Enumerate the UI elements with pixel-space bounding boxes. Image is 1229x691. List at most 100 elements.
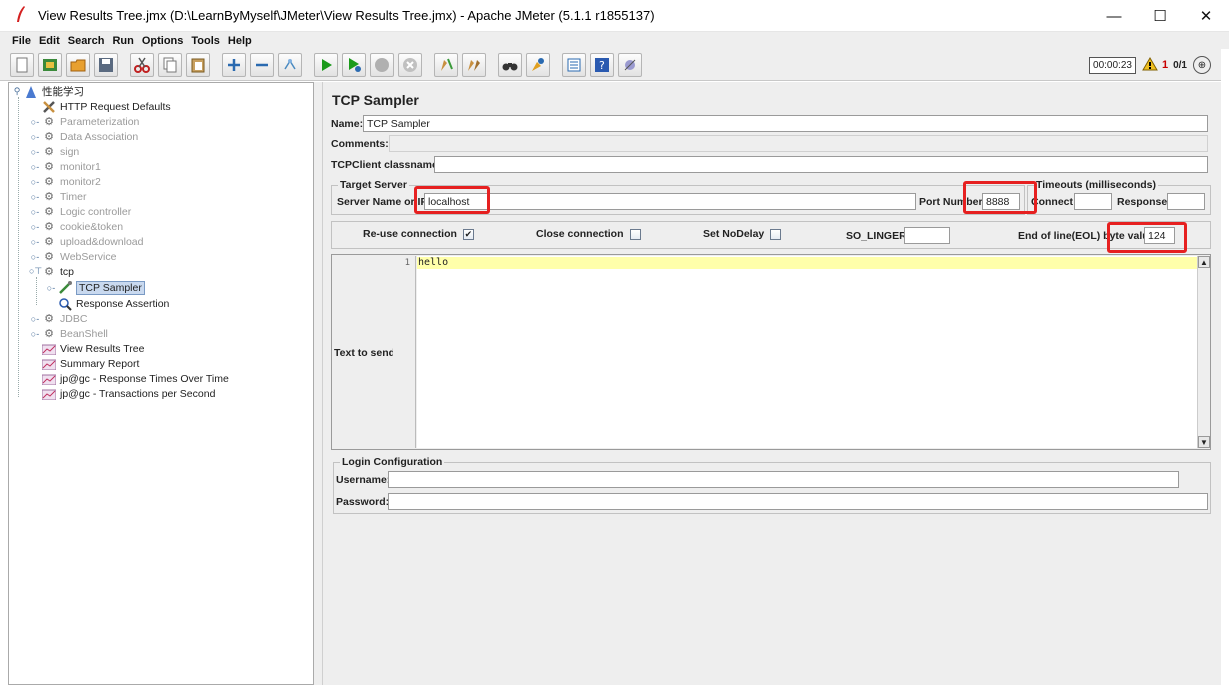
expand-toggle-icon[interactable]: ○- xyxy=(29,222,41,232)
username-field[interactable] xyxy=(388,471,1179,488)
globe-icon[interactable]: ⊕ xyxy=(1193,56,1211,74)
connect-timeout-field[interactable] xyxy=(1074,193,1112,210)
warning-icon[interactable] xyxy=(1142,56,1158,74)
so-linger-field[interactable] xyxy=(904,227,950,244)
expand-toggle-icon[interactable]: ○- xyxy=(29,177,41,187)
cut-icon[interactable] xyxy=(130,52,154,77)
clear-all-icon[interactable] xyxy=(462,52,486,77)
tree-node-root[interactable]: ⚲ 性能学习 xyxy=(11,84,84,99)
tree-node-timer[interactable]: ○- ⚙ Timer xyxy=(29,189,87,204)
connect-label: Connect: xyxy=(1031,195,1077,208)
tree-node-sign[interactable]: ○- ⚙ sign xyxy=(29,144,79,159)
chart-icon xyxy=(41,387,57,401)
tree-node-upload-download[interactable]: ○- ⚙ upload&download xyxy=(29,234,144,249)
copy-icon[interactable] xyxy=(158,52,182,77)
help-icon[interactable]: ? xyxy=(590,52,614,77)
toggle-icon[interactable] xyxy=(278,52,302,77)
tree-node-label: Data Association xyxy=(60,130,139,143)
scroll-up-icon[interactable]: ▲ xyxy=(1198,256,1210,268)
response-timeout-field[interactable] xyxy=(1167,193,1205,210)
expand-toggle-icon[interactable]: ○- xyxy=(29,252,41,262)
expand-toggle-icon[interactable]: ○- xyxy=(29,237,41,247)
tree-node-monitor2[interactable]: ○- ⚙ monitor2 xyxy=(29,174,101,189)
clear-icon[interactable] xyxy=(434,52,458,77)
stop-icon[interactable] xyxy=(370,52,394,77)
expand-toggle-icon[interactable]: ○- xyxy=(29,147,41,157)
tree-node-monitor1[interactable]: ○- ⚙ monitor1 xyxy=(29,159,101,174)
collapse-toggle-icon[interactable]: ○⊤ xyxy=(29,266,42,277)
tree-node-summary-report[interactable]: Summary Report xyxy=(29,356,139,371)
expand-toggle-icon[interactable]: ○- xyxy=(29,162,41,172)
tree-node-label: jp@gc - Transactions per Second xyxy=(60,387,216,400)
start-icon[interactable] xyxy=(314,52,338,77)
paste-icon[interactable] xyxy=(186,52,210,77)
shutdown-icon[interactable] xyxy=(398,52,422,77)
templates-icon[interactable] xyxy=(38,52,62,77)
gear-icon: ⚙ xyxy=(44,328,54,340)
reset-search-icon[interactable] xyxy=(526,52,550,77)
expand-toggle-icon[interactable]: ○- xyxy=(29,207,41,217)
collapse-all-icon[interactable] xyxy=(250,52,274,77)
menu-edit[interactable]: Edit xyxy=(39,35,60,47)
name-field[interactable]: TCP Sampler xyxy=(363,115,1208,132)
menu-tools[interactable]: Tools xyxy=(191,35,220,47)
comments-field[interactable] xyxy=(389,135,1208,152)
expand-toggle-icon[interactable]: ○- xyxy=(29,132,41,142)
panel-splitter[interactable] xyxy=(314,82,322,685)
tree-node-cookie-token[interactable]: ○- ⚙ cookie&token xyxy=(29,219,123,234)
search-binoculars-icon[interactable] xyxy=(498,52,522,77)
menu-run[interactable]: Run xyxy=(112,35,133,47)
gear-icon: ⚙ xyxy=(44,236,54,248)
expand-toggle-icon[interactable]: ○- xyxy=(29,314,41,324)
minimize-button[interactable]: — xyxy=(1091,0,1137,32)
tree-node-parameterization[interactable]: ○- ⚙ Parameterization xyxy=(29,114,140,129)
tree-node-label: TCP Sampler xyxy=(76,280,145,295)
tree-node-response-assertion[interactable]: Response Assertion xyxy=(45,296,169,311)
menu-help[interactable]: Help xyxy=(228,35,252,47)
expand-toggle-icon[interactable]: ○- xyxy=(29,192,41,202)
text-to-send-textarea[interactable]: hello xyxy=(417,256,1197,448)
collapse-toggle-icon[interactable]: ⚲ xyxy=(11,86,23,97)
tree-node-beanshell[interactable]: ○- ⚙ BeanShell xyxy=(29,326,108,341)
maximize-button[interactable]: ☐ xyxy=(1137,0,1183,32)
chart-icon xyxy=(41,357,57,371)
remote-icon[interactable] xyxy=(618,52,642,77)
expand-toggle-icon[interactable]: ○- xyxy=(29,117,41,127)
tree-node-webservice[interactable]: ○- ⚙ WebService xyxy=(29,249,117,264)
menu-file[interactable]: File xyxy=(12,35,31,47)
new-icon[interactable] xyxy=(10,52,34,77)
expand-toggle-icon[interactable]: ○- xyxy=(45,283,57,293)
menu-options[interactable]: Options xyxy=(142,35,184,47)
scroll-down-icon[interactable]: ▼ xyxy=(1198,436,1210,448)
tree-node-jdbc[interactable]: ○- ⚙ JDBC xyxy=(29,311,88,326)
tree-node-response-times[interactable]: jp@gc - Response Times Over Time xyxy=(29,371,229,386)
tree-node-logic-controller[interactable]: ○- ⚙ Logic controller xyxy=(29,204,131,219)
magnifier-icon xyxy=(57,297,73,311)
close-connection-checkbox[interactable] xyxy=(629,228,641,240)
save-icon[interactable] xyxy=(94,52,118,77)
expand-toggle-icon[interactable]: ○- xyxy=(29,329,41,339)
tree-node-tcp-sampler[interactable]: ○- TCP Sampler xyxy=(45,280,145,295)
highlight-eol-byte xyxy=(1107,222,1187,253)
tree-node-tcp[interactable]: ○⊤ ⚙ tcp xyxy=(29,264,74,279)
tree-node-view-results-tree[interactable]: View Results Tree xyxy=(29,341,144,356)
tree-node-tps[interactable]: jp@gc - Transactions per Second xyxy=(29,386,215,401)
menu-search[interactable]: Search xyxy=(68,35,105,47)
tree-node-label: sign xyxy=(60,145,80,158)
classname-field[interactable] xyxy=(434,156,1208,173)
tree-node-data-association[interactable]: ○- ⚙ Data Association xyxy=(29,129,138,144)
svg-text:?: ? xyxy=(599,59,605,72)
reuse-connection-checkbox[interactable]: ✔ xyxy=(462,228,474,240)
function-helper-icon[interactable] xyxy=(562,52,586,77)
tree-node-http-defaults[interactable]: HTTP Request Defaults xyxy=(29,99,171,114)
start-no-pauses-icon[interactable] xyxy=(342,52,366,77)
editor-scrollbar[interactable]: ▲ ▼ xyxy=(1197,256,1210,448)
expand-all-icon[interactable] xyxy=(222,52,246,77)
test-plan-tree: ⚲ 性能学习 HTTP Request Defaults ○- ⚙ Parame… xyxy=(8,82,314,685)
password-field[interactable] xyxy=(388,493,1208,510)
open-icon[interactable] xyxy=(66,52,90,77)
server-name-field[interactable]: localhost xyxy=(424,193,916,210)
set-nodelay-checkbox[interactable] xyxy=(770,228,782,240)
warning-count[interactable]: 1 xyxy=(1162,59,1168,71)
close-button[interactable]: ✕ xyxy=(1183,0,1229,32)
